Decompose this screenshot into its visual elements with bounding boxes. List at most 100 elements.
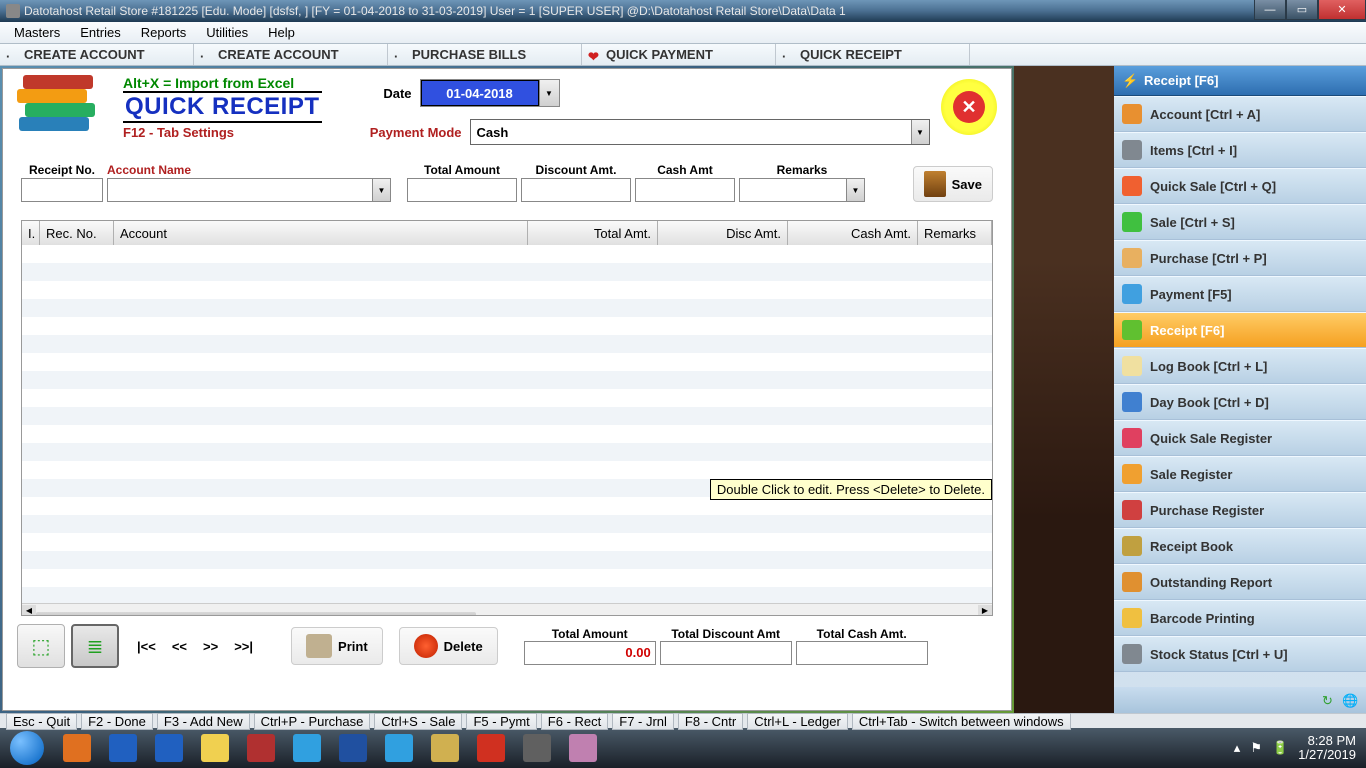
receipts-grid: Double Click to edit. Press <Delete> to …: [21, 220, 993, 616]
tab-purchase-bills[interactable]: ·PURCHASE BILLS: [388, 44, 582, 65]
menu-entries[interactable]: Entries: [70, 23, 130, 42]
remarks-select[interactable]: ▼: [739, 178, 865, 202]
side-item-label: Payment [F5]: [1150, 287, 1232, 302]
side-item-7[interactable]: Log Book [Ctrl + L]: [1114, 348, 1366, 384]
hint-f6: F6 - Rect: [541, 713, 608, 730]
taskbar-app-8[interactable]: [423, 730, 467, 766]
tray-flag-icon[interactable]: ⚑: [1250, 740, 1262, 756]
taskbar-app-7[interactable]: [377, 730, 421, 766]
side-item-4[interactable]: Purchase [Ctrl + P]: [1114, 240, 1366, 276]
start-button[interactable]: [0, 728, 54, 768]
taskbar-app-10[interactable]: [515, 730, 559, 766]
f12-hint: F12 - Tab Settings: [123, 125, 322, 140]
view-mode-1-button[interactable]: ⬚: [17, 624, 65, 668]
account-name-select[interactable]: ▼: [107, 178, 391, 202]
nav-first-button[interactable]: |<<: [131, 633, 162, 660]
maximize-button[interactable]: ▭: [1286, 0, 1318, 20]
menu-utilities[interactable]: Utilities: [196, 23, 258, 42]
side-item-8[interactable]: Day Book [Ctrl + D]: [1114, 384, 1366, 420]
date-input[interactable]: 01-04-2018 ▼: [420, 79, 560, 107]
cash-amt-input[interactable]: [635, 178, 735, 202]
grid-body[interactable]: [22, 245, 992, 603]
col-account[interactable]: Account: [114, 221, 528, 245]
window-close-button[interactable]: ✕: [1318, 0, 1366, 20]
heart-icon: ❤: [588, 49, 600, 61]
side-item-13[interactable]: Outstanding Report: [1114, 564, 1366, 600]
scroll-thumb[interactable]: [36, 612, 476, 617]
payment-mode-select[interactable]: Cash ▼: [470, 119, 930, 145]
receipt-icon: ·: [782, 49, 794, 61]
tab-create-account-1[interactable]: ·CREATE ACCOUNT: [0, 44, 194, 65]
quick-receipt-form: ✕ Alt+X = Import from Excel QUICK RECEIP…: [2, 68, 1012, 711]
side-item-6[interactable]: Receipt [F6]: [1114, 312, 1366, 348]
tray-arrow-icon[interactable]: ▴: [1234, 740, 1241, 756]
menu-reports[interactable]: Reports: [131, 23, 197, 42]
system-tray[interactable]: ▴ ⚑ 🔋 8:28 PM 1/27/2019: [1234, 734, 1366, 762]
nav-prev-button[interactable]: <<: [166, 633, 193, 660]
save-button[interactable]: Save: [913, 166, 993, 202]
discount-amt-input[interactable]: [521, 178, 631, 202]
globe-icon[interactable]: 🌐: [1342, 693, 1356, 707]
taskbar-app-6[interactable]: [331, 730, 375, 766]
menu-masters[interactable]: Masters: [4, 23, 70, 42]
tab-create-account-2[interactable]: ·CREATE ACCOUNT: [194, 44, 388, 65]
side-item-15[interactable]: Stock Status [Ctrl + U]: [1114, 636, 1366, 672]
taskbar-app-4[interactable]: [239, 730, 283, 766]
side-item-10[interactable]: Sale Register: [1114, 456, 1366, 492]
side-item-0[interactable]: Account [Ctrl + A]: [1114, 96, 1366, 132]
form-close-button[interactable]: ✕: [941, 79, 997, 135]
side-item-1[interactable]: Items [Ctrl + I]: [1114, 132, 1366, 168]
side-item-5[interactable]: Payment [F5]: [1114, 276, 1366, 312]
nav-last-button[interactable]: >>|: [228, 633, 259, 660]
printer-icon: [306, 634, 332, 658]
taskbar-app-1[interactable]: [101, 730, 145, 766]
grid-hscrollbar[interactable]: ◀ ▶: [22, 603, 992, 616]
shortcut-hints: Esc - Quit F2 - Done F3 - Add New Ctrl+P…: [0, 713, 1366, 728]
date-dropdown-icon[interactable]: ▼: [539, 80, 559, 106]
side-item-11[interactable]: Purchase Register: [1114, 492, 1366, 528]
tab-quick-receipt[interactable]: ·QUICK RECEIPT: [776, 44, 970, 65]
taskbar-app-0[interactable]: [55, 730, 99, 766]
col-disc-amt[interactable]: Disc Amt.: [658, 221, 788, 245]
account-name-label: Account Name: [107, 163, 391, 177]
refresh-icon[interactable]: ↻: [1322, 693, 1336, 707]
col-total-amt[interactable]: Total Amt.: [528, 221, 658, 245]
col-index[interactable]: I.: [22, 221, 40, 245]
nav-next-button[interactable]: >>: [197, 633, 224, 660]
delete-button[interactable]: Delete: [399, 627, 498, 665]
side-item-label: Sale [Ctrl + S]: [1150, 215, 1235, 230]
total-amount-input[interactable]: [407, 178, 517, 202]
side-item-9[interactable]: Quick Sale Register: [1114, 420, 1366, 456]
chevron-down-icon: ▼: [846, 179, 864, 201]
books-logo: [13, 75, 103, 135]
side-item-icon: [1122, 608, 1142, 628]
app-icon: [6, 4, 20, 18]
tab-quick-payment[interactable]: ❤QUICK PAYMENT: [582, 44, 776, 65]
scroll-right-icon[interactable]: ▶: [978, 605, 992, 617]
side-item-3[interactable]: Sale [Ctrl + S]: [1114, 204, 1366, 240]
receipt-no-input[interactable]: [21, 178, 103, 202]
taskbar-app-9[interactable]: [469, 730, 513, 766]
col-cash-amt[interactable]: Cash Amt.: [788, 221, 918, 245]
view-mode-2-button[interactable]: ≣: [71, 624, 119, 668]
side-item-label: Log Book [Ctrl + L]: [1150, 359, 1267, 374]
window-titlebar: Datotahost Retail Store #181225 [Edu. Mo…: [0, 0, 1366, 22]
side-item-12[interactable]: Receipt Book: [1114, 528, 1366, 564]
taskbar-app-3[interactable]: [193, 730, 237, 766]
tray-battery-icon[interactable]: 🔋: [1272, 740, 1288, 756]
clock[interactable]: 8:28 PM 1/27/2019: [1298, 734, 1356, 762]
taskbar-app-2[interactable]: [147, 730, 191, 766]
side-panel: ⚡ Receipt [F6] Account [Ctrl + A]Items […: [1114, 66, 1366, 713]
minimize-button[interactable]: —: [1254, 0, 1286, 20]
total-cash-sum: [796, 641, 928, 665]
col-rec-no[interactable]: Rec. No.: [40, 221, 114, 245]
side-item-label: Day Book [Ctrl + D]: [1150, 395, 1269, 410]
scroll-left-icon[interactable]: ◀: [22, 605, 36, 617]
taskbar-app-5[interactable]: [285, 730, 329, 766]
side-item-2[interactable]: Quick Sale [Ctrl + Q]: [1114, 168, 1366, 204]
col-remarks[interactable]: Remarks: [918, 221, 992, 245]
taskbar-app-11[interactable]: [561, 730, 605, 766]
side-item-14[interactable]: Barcode Printing: [1114, 600, 1366, 636]
menu-help[interactable]: Help: [258, 23, 305, 42]
print-button[interactable]: Print: [291, 627, 383, 665]
